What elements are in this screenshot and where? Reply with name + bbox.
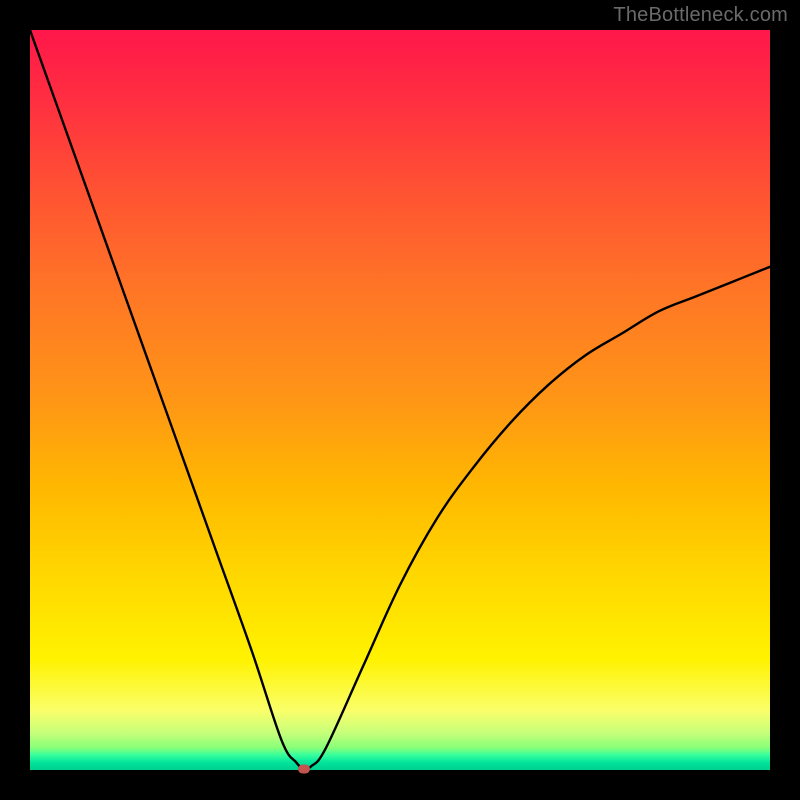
minimum-marker <box>298 764 310 773</box>
curve-svg <box>30 30 770 770</box>
bottleneck-curve <box>30 30 770 769</box>
plot-area <box>30 30 770 770</box>
chart-frame: TheBottleneck.com <box>0 0 800 800</box>
watermark-text: TheBottleneck.com <box>613 4 788 27</box>
